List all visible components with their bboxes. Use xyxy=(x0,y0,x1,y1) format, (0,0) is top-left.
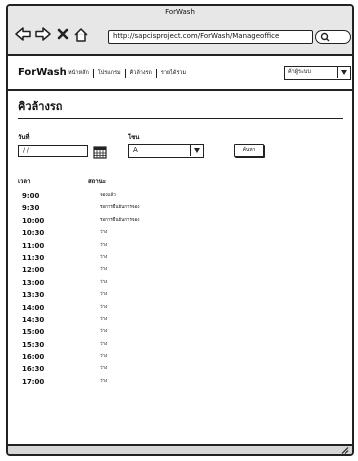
browser-titlebar: ForWash http://sapcisproject.com/ForWash… xyxy=(8,6,352,56)
chevron-down-icon xyxy=(337,67,350,78)
row-time: 15:30 xyxy=(22,340,45,349)
row-status: ว่าง xyxy=(100,341,108,347)
menu-item-home[interactable]: หน้าหลัก xyxy=(64,69,94,78)
row-time: 13:30 xyxy=(22,291,45,300)
back-arrow-icon[interactable] xyxy=(14,25,32,43)
zone-select-value: A xyxy=(133,146,138,154)
forward-arrow-icon[interactable] xyxy=(34,25,52,43)
zone-select[interactable]: A xyxy=(128,144,204,158)
date-label: วันที่ xyxy=(18,134,30,141)
row-status: ว่าง xyxy=(100,366,108,372)
row-status: จองแล้ว xyxy=(100,193,116,198)
calendar-icon[interactable] xyxy=(93,144,107,163)
row-status: ว่าง xyxy=(100,304,108,310)
url-bar[interactable]: http://sapcisproject.com/ForWash/Manageo… xyxy=(108,30,313,44)
branch-select[interactable]: ค้าผู้ระบบ xyxy=(284,66,351,80)
menu-item-revenue[interactable]: รายได้รวม xyxy=(157,69,190,78)
search-icon xyxy=(320,32,330,42)
main-menu: หน้าหลัก โปรแกรม คิวล้างรถ รายได้รวม xyxy=(64,69,190,78)
window-title: ForWash xyxy=(165,8,195,16)
site-navbar: ForWash หน้าหลัก โปรแกรม คิวล้างรถ รายได… xyxy=(8,56,352,91)
row-status: ว่าง xyxy=(100,230,108,236)
row-status: ว่าง xyxy=(100,254,108,260)
resize-grip-icon[interactable] xyxy=(341,447,349,454)
row-time: 9:00 xyxy=(22,192,40,200)
row-status: ว่าง xyxy=(100,267,108,273)
row-time: 15:00 xyxy=(22,328,45,337)
status-column-header: สถานะ xyxy=(88,178,106,185)
page-title: คิวล้างรถ xyxy=(18,100,63,113)
row-time: 9:30 xyxy=(22,204,40,213)
row-time: 17:00 xyxy=(22,377,45,386)
chevron-down-icon xyxy=(190,145,203,156)
row-status: รอการยืนยันการจอง xyxy=(100,205,140,211)
row-status: ว่าง xyxy=(100,279,108,285)
browser-statusbar xyxy=(8,444,352,454)
title-divider xyxy=(18,118,343,119)
row-status: ว่าง xyxy=(100,378,108,384)
row-time: 11:00 xyxy=(22,241,45,250)
branch-select-value: ค้าผู้ระบบ xyxy=(288,69,311,75)
browser-window: ForWash http://sapcisproject.com/ForWash… xyxy=(6,4,354,456)
zone-label: โซน xyxy=(128,134,140,141)
menu-item-wash-queue[interactable]: คิวล้างรถ xyxy=(126,69,157,78)
row-time: 14:00 xyxy=(22,303,45,312)
row-time: 13:00 xyxy=(22,278,45,287)
search-button[interactable]: ค้นหา xyxy=(234,144,264,157)
row-status: ว่าง xyxy=(100,242,108,248)
row-status: ว่าง xyxy=(100,329,108,335)
row-time: 10:00 xyxy=(22,216,45,225)
row-time: 14:30 xyxy=(22,315,45,324)
row-time: 16:00 xyxy=(22,353,45,362)
row-time: 12:00 xyxy=(22,266,45,275)
row-time: 16:30 xyxy=(22,365,45,374)
row-time: 11:30 xyxy=(22,253,45,262)
row-status: ว่าง xyxy=(100,316,108,322)
row-time: 10:30 xyxy=(22,229,45,238)
home-icon[interactable] xyxy=(72,25,90,43)
menu-item-program[interactable]: โปรแกรม xyxy=(94,69,126,78)
row-status: ว่าง xyxy=(100,354,108,360)
brand-logo[interactable]: ForWash xyxy=(18,67,67,78)
close-x-icon[interactable] xyxy=(54,25,72,43)
browser-search-button[interactable] xyxy=(315,30,351,44)
row-status: ว่าง xyxy=(100,292,108,298)
row-status: รอการยืนยันการจอง xyxy=(100,217,140,223)
time-column-header: เวลา xyxy=(18,178,31,185)
date-input[interactable]: / / xyxy=(18,145,88,157)
